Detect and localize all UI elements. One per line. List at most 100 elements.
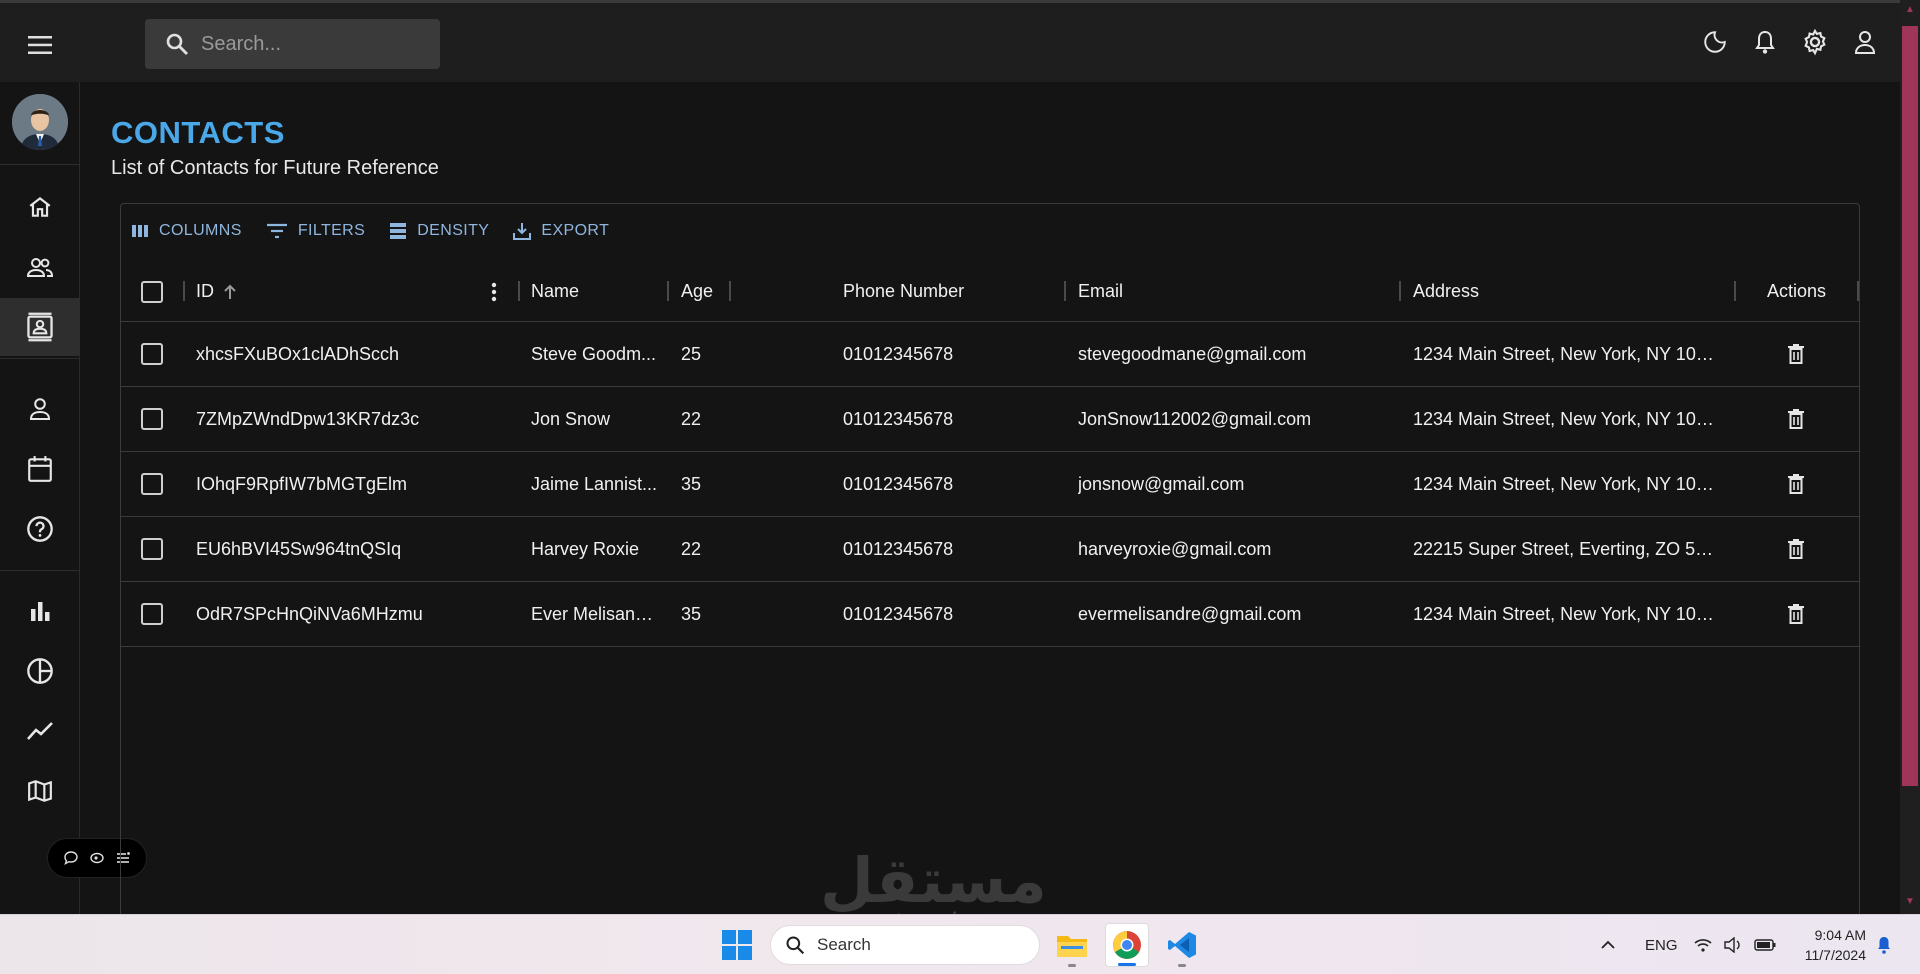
sidebar-item-dashboard[interactable] (0, 178, 80, 236)
running-indicator (1068, 964, 1076, 967)
trash-icon[interactable] (1781, 404, 1811, 434)
table-row[interactable]: IOhqF9RpfIW7bMGTgElm Jaime Lannist... 35… (121, 452, 1859, 517)
row-checkbox[interactable] (141, 343, 163, 365)
vscode-icon[interactable] (1160, 923, 1204, 967)
column-separator[interactable] (1857, 281, 1859, 301)
row-checkbox[interactable] (141, 603, 163, 625)
cell-email: jonsnow@gmail.com (1078, 473, 1245, 494)
cell-age: 35 (681, 603, 702, 624)
scroll-up-icon[interactable]: ▲ (1905, 4, 1915, 15)
sidebar-item-team[interactable] (0, 238, 80, 296)
chat-bubble-icon[interactable] (63, 850, 79, 866)
filters-button[interactable]: FILTERS (266, 216, 365, 246)
volume-icon[interactable] (1724, 937, 1742, 953)
trash-icon[interactable] (1781, 599, 1811, 629)
contacts-icon (26, 312, 54, 342)
column-header-age[interactable]: Age (681, 261, 713, 322)
column-header-name[interactable]: Name (531, 261, 579, 322)
sidebar-item-faq[interactable] (0, 500, 80, 558)
home-icon (27, 194, 53, 220)
column-separator[interactable] (667, 281, 669, 301)
delete-button[interactable] (1781, 387, 1811, 451)
column-separator[interactable] (183, 281, 185, 301)
windows-start-icon[interactable] (722, 930, 752, 960)
line-chart-icon (26, 720, 54, 742)
sidebar-divider (0, 164, 80, 165)
column-header-email[interactable]: Email (1078, 261, 1123, 322)
delete-button[interactable] (1781, 322, 1811, 386)
clock[interactable]: 9:04 AM 11/7/2024 (1805, 925, 1866, 965)
sidebar-item-profile-form[interactable] (0, 380, 80, 438)
trash-icon[interactable] (1781, 534, 1811, 564)
profile-icon[interactable] (1850, 27, 1880, 57)
cell-phone: 01012345678 (843, 408, 954, 429)
cell-id: OdR7SPcHnQiNVa6MHzmu (196, 603, 423, 624)
trash-icon[interactable] (1781, 339, 1811, 369)
search-input[interactable] (201, 32, 421, 56)
column-header-address[interactable]: Address (1413, 261, 1479, 322)
watermark-arabic: مستقل (820, 844, 1047, 917)
sort-ascending-icon[interactable] (222, 283, 238, 301)
clock-time: 9:04 AM (1814, 927, 1866, 943)
sidebar-item-contacts[interactable] (0, 298, 80, 356)
column-header-id[interactable]: ID (196, 261, 238, 322)
scrollbar-thumb[interactable] (1902, 26, 1918, 786)
column-separator[interactable] (1734, 281, 1736, 301)
page-scrollbar[interactable]: ▲ ▼ (1900, 0, 1920, 914)
filters-label: FILTERS (297, 222, 366, 239)
system-tray[interactable] (1694, 915, 1776, 974)
column-separator[interactable] (1064, 281, 1066, 301)
settings-icon[interactable] (1800, 27, 1830, 57)
cell-phone: 01012345678 (843, 343, 954, 364)
columns-icon (131, 223, 149, 239)
battery-icon[interactable] (1754, 939, 1776, 951)
delete-button[interactable] (1781, 452, 1811, 516)
sidebar-item-line-chart[interactable] (0, 702, 80, 760)
delete-button[interactable] (1781, 517, 1811, 581)
table-row[interactable]: OdR7SPcHnQiNVa6MHzmu Ever Melisand... 35… (121, 582, 1859, 647)
notifications-icon[interactable] (1750, 27, 1780, 57)
file-explorer-icon[interactable] (1050, 923, 1094, 967)
row-checkbox-cell (141, 517, 163, 581)
person-icon (28, 396, 52, 422)
row-checkbox[interactable] (141, 408, 163, 430)
eye-icon[interactable] (89, 850, 105, 866)
search-icon (165, 32, 189, 56)
column-separator[interactable] (518, 281, 520, 301)
row-checkbox[interactable] (141, 473, 163, 495)
clock-date: 11/7/2024 (1804, 947, 1866, 963)
sidebar-item-calendar[interactable] (0, 440, 80, 498)
notification-bell-icon[interactable] (1876, 915, 1892, 974)
trash-icon[interactable] (1781, 469, 1811, 499)
delete-button[interactable] (1781, 582, 1811, 646)
language-indicator[interactable]: ENG (1645, 915, 1678, 974)
menu-icon[interactable] (22, 30, 58, 60)
table-row[interactable]: xhcsFXuBOx1clADhScch Steve Goodm... 25 0… (121, 322, 1859, 387)
taskbar-search[interactable]: Search (770, 925, 1040, 965)
search-bar[interactable] (145, 19, 440, 69)
scroll-down-icon[interactable]: ▼ (1905, 896, 1915, 907)
density-button[interactable]: DENSITY (389, 216, 489, 246)
columns-button[interactable]: COLUMNS (131, 216, 242, 246)
sidebar-item-bar-chart[interactable] (0, 582, 80, 640)
table-row[interactable]: EU6hBVI45Sw964tnQSIq Harvey Roxie 22 010… (121, 517, 1859, 582)
page-subtitle: List of Contacts for Future Reference (111, 157, 439, 179)
wifi-icon[interactable] (1694, 938, 1712, 952)
sidebar-item-geography[interactable] (0, 762, 80, 820)
row-checkbox[interactable] (141, 538, 163, 560)
map-icon (27, 778, 53, 804)
chrome-icon[interactable] (1105, 923, 1149, 967)
tray-overflow-icon[interactable] (1600, 915, 1616, 974)
column-menu-icon[interactable] (491, 261, 497, 322)
avatar[interactable] (12, 94, 68, 150)
sidebar-item-pie-chart[interactable] (0, 642, 80, 700)
column-header-phone[interactable]: Phone Number (843, 261, 964, 322)
column-separator[interactable] (729, 281, 731, 301)
column-separator[interactable] (1399, 281, 1401, 301)
column-header-id-label: ID (196, 281, 214, 301)
table-row[interactable]: 7ZMpZWndDpw13KR7dz3c Jon Snow 22 0101234… (121, 387, 1859, 452)
dark-mode-icon[interactable] (1700, 27, 1730, 57)
select-all-checkbox[interactable] (141, 280, 163, 303)
export-button[interactable]: EXPORT (513, 216, 609, 246)
sidebar-divider (0, 570, 80, 571)
